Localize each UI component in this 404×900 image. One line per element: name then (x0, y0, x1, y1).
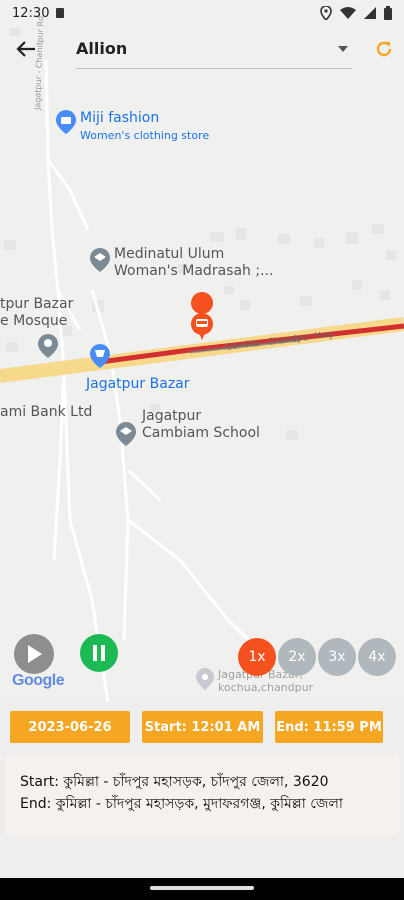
market-pin-icon (90, 344, 110, 368)
poi-bank[interactable]: ami Bank Ltd (0, 404, 92, 421)
poi-madrasah[interactable]: Medinatul Ulum Woman's Madrasah ;... (114, 246, 273, 280)
location-icon (320, 6, 332, 20)
map-view[interactable]: Comilla - Chandpur Hwy Jagatpur - Chandp… (0, 0, 404, 702)
arrow-left-icon (16, 41, 35, 57)
play-icon (28, 645, 42, 663)
back-button[interactable] (0, 26, 52, 72)
google-logo-text: Google (12, 672, 65, 689)
playback-controls: 1x 2x 3x 4x Google (0, 622, 404, 702)
school-pin-icon (116, 422, 136, 446)
refresh-icon (376, 41, 392, 57)
status-bar: 12:30 (0, 0, 404, 26)
pause-button[interactable] (80, 634, 118, 672)
poi-miji-fashion[interactable]: Miji fashion Women's clothing store (80, 110, 209, 144)
system-nav-bar (0, 878, 404, 900)
address-card: Start: কুমিল্লা - চাঁদপুর মহাসড়ক, চাঁদপ… (5, 754, 399, 836)
start-marker-icon (191, 292, 214, 340)
poi-mosque[interactable]: tpur Bazar e Mosque (0, 296, 73, 330)
refresh-button[interactable] (368, 33, 400, 65)
sim-card-icon (56, 8, 65, 18)
end-time-button[interactable]: End: 11:59 PM (275, 711, 383, 743)
home-handle[interactable] (150, 886, 254, 890)
top-bar: Allion (0, 26, 404, 72)
battery-icon (384, 6, 392, 20)
mosque-pin-icon (38, 334, 58, 358)
poi-cambiam-school[interactable]: Jagatpur Cambiam School (142, 408, 260, 442)
start-address: Start: কুমিল্লা - চাঁদপুর মহাসড়ক, চাঁদপ… (20, 774, 329, 790)
speed-1x-button[interactable]: 1x (238, 638, 276, 676)
school-pin-icon (90, 248, 110, 272)
poi-jagatpur-bazar[interactable]: Jagatpur Bazar (86, 376, 190, 393)
status-time: 12:30 (12, 5, 50, 21)
info-panel: 2023-06-26 Start: 12:01 AM End: 11:59 PM… (0, 702, 404, 878)
caret-down-icon (338, 45, 348, 52)
poi-name: Miji fashion (80, 110, 160, 126)
vehicle-dropdown[interactable]: Allion (76, 29, 352, 69)
signal-icon (364, 7, 376, 19)
google-logo: Google (12, 672, 65, 690)
poi-category: Women's clothing store (80, 129, 210, 142)
end-address: End: কুমিল্লা - চাঁদপুর মহাসড়ক, মুদাফরগ… (20, 796, 343, 812)
map-canvas: Comilla - Chandpur Hwy Jagatpur - Chandp… (0, 16, 404, 702)
pause-icon (93, 645, 105, 661)
speed-4x-button[interactable]: 4x (358, 638, 396, 676)
start-time-button[interactable]: Start: 12:01 AM (142, 711, 263, 743)
speed-3x-button[interactable]: 3x (318, 638, 356, 676)
shopping-pin-icon (56, 110, 76, 134)
date-button[interactable]: 2023-06-26 (10, 711, 130, 743)
play-button[interactable] (14, 634, 54, 674)
wifi-icon (340, 7, 356, 19)
speed-2x-button[interactable]: 2x (278, 638, 316, 676)
vehicle-name: Allion (76, 39, 128, 58)
